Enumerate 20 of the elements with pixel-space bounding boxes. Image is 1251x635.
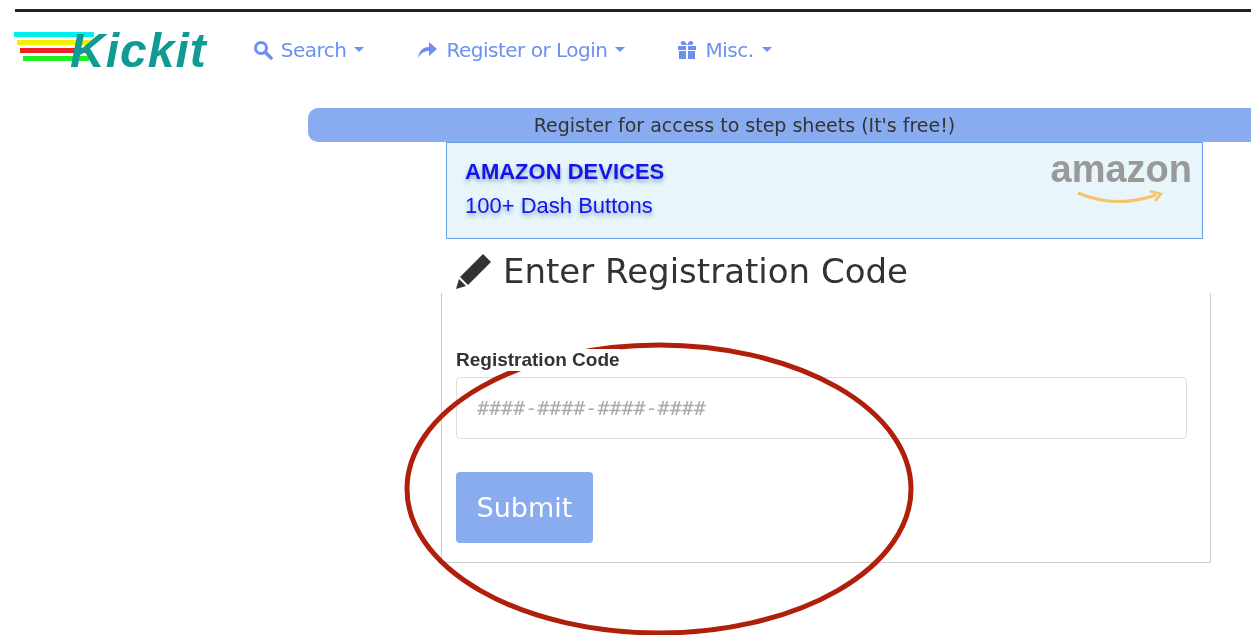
search-icon [252,40,273,60]
form-heading: Enter Registration Code [503,251,908,291]
ad-banner[interactable]: AMAZON DEVICES 100+ Dash Buttons amazon [446,142,1203,239]
field-label: Registration Code [456,349,620,371]
logo-text: Kickit [70,22,207,78]
logo[interactable]: Kickit [14,22,207,78]
pencil-icon [455,252,493,290]
caret-icon [354,47,365,53]
share-arrow-icon [416,41,439,59]
brand-logo-text: amazon [1050,149,1192,189]
gift-icon [677,40,698,60]
ad-title: AMAZON DEVICES [465,159,665,185]
nav-menu[interactable]: Misc. [671,38,778,62]
nav-menu[interactable]: Search [246,38,371,62]
ad-subtitle: 100+ Dash Buttons [465,193,654,219]
nav-menu[interactable]: Register or Login [410,38,632,62]
caret-icon [761,47,772,53]
registration-code-field[interactable]: ####-####-####-#### [456,377,1187,439]
caret-icon [615,47,626,53]
info-banner: Register for access to step sheets (It's free!) [308,108,1251,142]
